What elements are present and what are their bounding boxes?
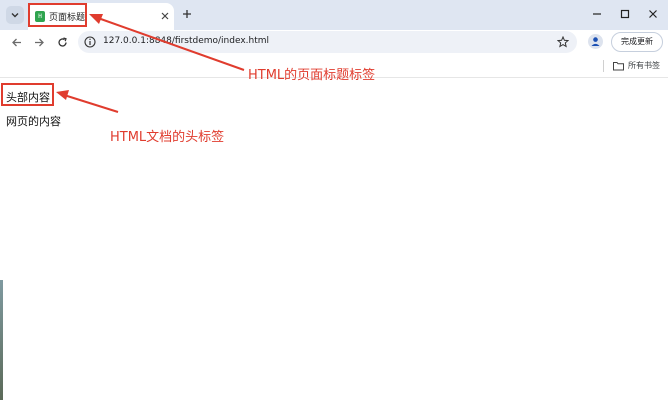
chevron-down-icon <box>11 13 19 18</box>
reload-icon <box>57 36 67 47</box>
window-close-icon <box>649 10 657 18</box>
plus-icon <box>183 10 191 18</box>
page-body-text: 网页的内容 <box>6 115 61 128</box>
profile-button[interactable] <box>588 34 603 49</box>
browser-titlebar: H 页面标题 <box>0 0 668 30</box>
maximize-icon <box>620 9 630 19</box>
tab-search-button[interactable] <box>6 6 24 24</box>
bookmarks-separator <box>603 60 604 72</box>
reload-button[interactable] <box>55 35 69 49</box>
all-bookmarks-label[interactable]: 所有书签 <box>628 60 660 71</box>
address-bar[interactable]: 127.0.0.1:8848/firstdemo/index.html <box>78 31 577 53</box>
heading-highlight-box <box>1 83 54 106</box>
profile-icon <box>591 37 600 46</box>
folder-icon[interactable] <box>613 61 624 71</box>
info-icon[interactable] <box>84 36 96 48</box>
url-text[interactable]: 127.0.0.1:8848/firstdemo/index.html <box>103 36 269 46</box>
minimize-icon <box>593 13 601 15</box>
back-arrow-icon <box>11 38 21 46</box>
desktop-background-edge <box>0 280 3 400</box>
close-icon <box>161 12 169 20</box>
window-close-button[interactable] <box>646 7 660 21</box>
page-content: 头部内容 网页的内容 <box>0 78 668 400</box>
new-tab-button[interactable] <box>180 7 194 21</box>
head-annotation: HTML文档的头标签 <box>110 130 225 145</box>
back-button[interactable] <box>9 35 23 49</box>
minimize-button[interactable] <box>590 7 604 21</box>
forward-arrow-icon <box>34 38 44 46</box>
tab-highlight-box <box>28 3 87 27</box>
title-annotation: HTML的页面标题标签 <box>248 68 376 83</box>
maximize-button[interactable] <box>618 7 632 21</box>
star-icon[interactable] <box>557 36 569 48</box>
tab-close-button[interactable] <box>160 11 170 21</box>
forward-button[interactable] <box>32 35 46 49</box>
browser-toolbar: 127.0.0.1:8848/firstdemo/index.html 完成更新 <box>0 30 668 55</box>
update-button[interactable]: 完成更新 <box>611 32 663 52</box>
